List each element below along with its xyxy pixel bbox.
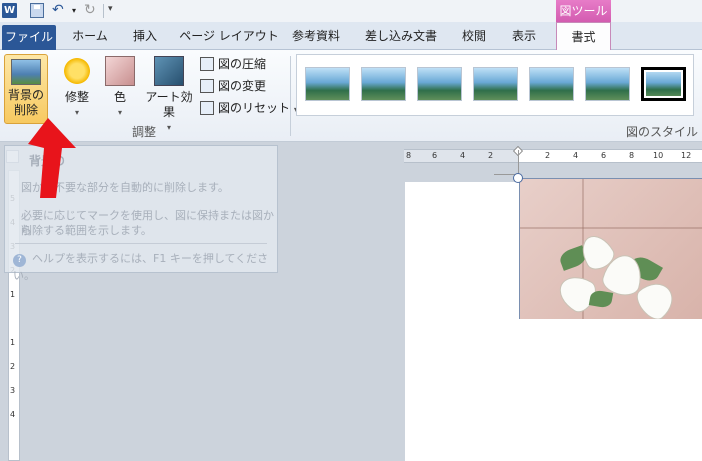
picture-style-1[interactable]	[305, 67, 350, 101]
help-icon: ?	[13, 254, 26, 267]
ruler-tick: 4	[460, 151, 466, 160]
color-button[interactable]: 色 ▾	[102, 54, 138, 120]
tab-view[interactable]: 表示	[504, 22, 544, 50]
picture-styles-gallery	[296, 54, 694, 116]
ribbon-body: 背景の 削除 修整 ▾ 色 ▾ アート効果 ▾ 図の圧縮 図の変更 図のリセット…	[0, 50, 702, 142]
ruler-tick: 4	[573, 151, 579, 160]
ruler-tick: 2	[488, 151, 494, 160]
tab-page-layout[interactable]: ページ レイアウト	[174, 22, 284, 50]
compress-pictures-button[interactable]: 図の圧縮	[200, 54, 266, 74]
redo-icon[interactable]: ↻	[84, 3, 98, 18]
remove-background-icon	[11, 59, 41, 85]
tooltip-line: 削除する範囲を示します。	[21, 224, 152, 237]
chevron-down-icon: ▾	[117, 108, 122, 117]
picture-style-4[interactable]	[473, 67, 518, 101]
change-picture-label: 図の変更	[218, 79, 267, 93]
ruler-tick: 10	[653, 151, 664, 160]
save-icon[interactable]	[30, 3, 44, 18]
tooltip-divider	[15, 243, 267, 244]
ruler-tick: 4	[10, 410, 16, 419]
ruler-tick: 2	[10, 362, 16, 371]
tab-insert[interactable]: 挿入	[122, 22, 168, 50]
ruler-tick: 1	[10, 290, 16, 299]
change-picture-button[interactable]: 図の変更	[200, 76, 266, 96]
tab-review[interactable]: 校閲	[454, 22, 494, 50]
adjust-group-label: 調整	[132, 125, 157, 139]
ruler-tick: 3	[10, 386, 16, 395]
corrections-button[interactable]: 修整 ▾	[58, 54, 96, 120]
ruler-tick: 2	[545, 151, 551, 160]
change-picture-icon	[200, 79, 214, 93]
selected-picture[interactable]	[519, 178, 702, 319]
tooltip-help: ? ヘルプを表示するには、F1 キーを押してください。	[13, 250, 277, 283]
color-label: 色	[113, 90, 126, 104]
color-icon	[105, 56, 135, 86]
remove-background-button[interactable]: 背景の 削除	[4, 54, 48, 124]
picture-style-2[interactable]	[361, 67, 406, 101]
corrections-label: 修整	[64, 90, 89, 104]
reset-picture-label: 図のリセット	[218, 101, 291, 115]
picture-style-6[interactable]	[585, 67, 630, 101]
leaf-shape	[588, 289, 614, 309]
reset-picture-icon	[200, 101, 214, 115]
tab-references[interactable]: 参考資料	[286, 22, 346, 50]
ruler-tick: 12	[681, 151, 692, 160]
word-app-icon[interactable]: W	[2, 3, 17, 18]
remove-background-label-1: 背景の	[7, 88, 44, 102]
ruler-tick: 6	[601, 151, 607, 160]
remove-background-label-2: 削除	[13, 103, 38, 117]
toolbar-separator	[103, 4, 104, 18]
margin-mark	[518, 150, 519, 174]
group-separator	[290, 56, 291, 136]
reset-picture-button[interactable]: 図のリセット ▾	[200, 98, 298, 118]
ribbon-tabs: ファイル ホーム 挿入 ページ レイアウト 参考資料 差し込み文書 校閲 表示 …	[0, 22, 702, 51]
picture-styles-group-label: 図のスタイル	[626, 125, 699, 139]
artistic-effects-label: アート効果	[145, 90, 193, 119]
tooltip-help-text: ヘルプを表示するには、F1 キーを押してください。	[13, 252, 269, 282]
sun-icon	[62, 56, 92, 86]
picture-style-5[interactable]	[529, 67, 574, 101]
resize-handle[interactable]	[513, 173, 523, 183]
tab-home[interactable]: ホーム	[62, 22, 118, 50]
quick-access-toolbar: W ↶ ▾ ↻ ▾ 図ツール	[0, 0, 702, 22]
ruler-tick: 6	[432, 151, 438, 160]
ruler-tick: 8	[406, 151, 412, 160]
tab-format[interactable]: 書式	[556, 22, 611, 51]
customize-qat-icon[interactable]: ▾	[108, 4, 113, 14]
picture-style-7[interactable]	[641, 67, 686, 101]
picture-style-3[interactable]	[417, 67, 462, 101]
tab-file[interactable]: ファイル	[2, 25, 56, 50]
undo-dropdown-icon[interactable]: ▾	[72, 3, 76, 18]
undo-icon[interactable]: ↶	[52, 3, 66, 18]
tab-mailings[interactable]: 差し込み文書	[356, 22, 446, 50]
artistic-effects-icon	[154, 56, 184, 86]
picture-tools-header: 図ツール	[556, 0, 611, 22]
compress-label: 図の圧縮	[218, 57, 267, 71]
compress-icon	[200, 57, 214, 71]
annotation-arrow	[28, 118, 76, 198]
ruler-tick: 8	[629, 151, 635, 160]
ruler-tick: 1	[10, 338, 16, 347]
